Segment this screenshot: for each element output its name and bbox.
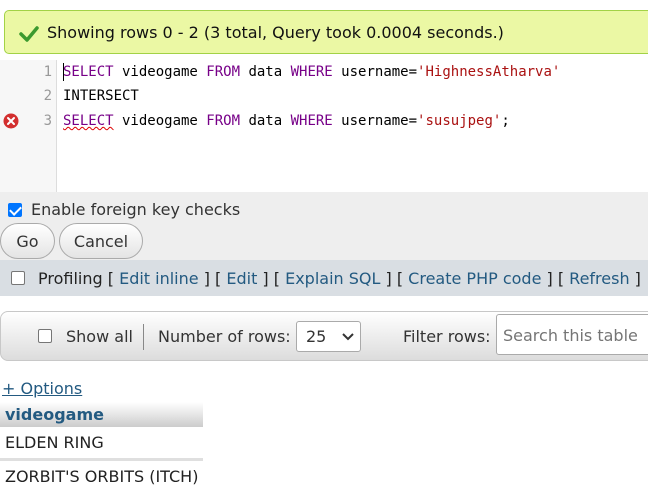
foreign-key-checks-option[interactable]: Enable foreign key checks	[8, 200, 240, 219]
chevron-down-icon	[342, 333, 354, 341]
sql-text: username=	[332, 64, 418, 80]
line-number: 1	[43, 64, 52, 80]
error-icon[interactable]	[3, 113, 19, 129]
query-options-panel: Enable foreign key checks Go Cancel	[0, 192, 648, 260]
sql-string: 'susujpeg'	[417, 113, 502, 129]
profiling-checkbox[interactable]	[11, 271, 25, 285]
navigation-toolbar: Show all Number of rows: 25 Filter rows:…	[0, 311, 648, 361]
text-cursor	[63, 63, 64, 81]
sql-string: 'HighnessAtharva'	[417, 64, 561, 80]
editor-line-3[interactable]: 3 SELECT videogame FROM data WHERE usern…	[0, 109, 648, 133]
sql-keyword: WHERE	[290, 64, 333, 80]
table-row[interactable]: ELDEN RING	[0, 427, 203, 458]
sql-keyword: FROM	[206, 113, 241, 129]
editor-line-2[interactable]: 2 INTERSECT	[0, 84, 648, 108]
sql-text: username=	[332, 113, 418, 129]
sql-keyword-error: SELECT	[63, 113, 114, 129]
code-line-3[interactable]: SELECT videogame FROM data WHERE usernam…	[63, 109, 510, 133]
filter-rows-input[interactable]: Search this table	[496, 314, 648, 355]
divider	[143, 324, 144, 350]
explain-sql-link[interactable]: Explain SQL	[285, 269, 380, 288]
options-link[interactable]: + Options	[2, 379, 82, 398]
number-of-rows-label: Number of rows:	[158, 327, 291, 346]
show-all-label[interactable]: Show all	[66, 327, 133, 346]
line-number: 2	[43, 88, 52, 104]
rows-per-page-value: 25	[306, 327, 327, 346]
foreign-key-checkbox[interactable]	[8, 202, 22, 217]
line-number: 3	[43, 113, 52, 129]
refresh-link[interactable]: Refresh	[569, 269, 629, 288]
sql-text: ;	[501, 113, 510, 129]
edit-link[interactable]: Edit	[226, 269, 257, 288]
show-all-checkbox[interactable]	[38, 329, 52, 343]
success-message-bar: Showing rows 0 - 2 (3 total, Query took …	[4, 10, 648, 54]
sql-keyword: FROM	[206, 64, 241, 80]
profiling-bar: Profiling [ Edit inline ] [ Edit ] [ Exp…	[0, 260, 648, 296]
foreign-key-label: Enable foreign key checks	[31, 200, 241, 219]
sql-editor[interactable]: 1 SELECT videogame FROM data WHERE usern…	[0, 60, 648, 192]
table-row[interactable]: ZORBIT'S ORBITS (ITCH)	[0, 461, 203, 492]
results-table: videogame ELDEN RING ZORBIT'S ORBITS (IT…	[0, 402, 203, 492]
sql-text: data	[240, 113, 291, 129]
success-message-text: Showing rows 0 - 2 (3 total, Query took …	[47, 22, 504, 42]
go-button[interactable]: Go	[0, 223, 55, 259]
filter-rows-label: Filter rows:	[403, 327, 491, 346]
sql-keyword: WHERE	[290, 113, 333, 129]
cancel-button[interactable]: Cancel	[59, 223, 143, 259]
sql-text: videogame	[113, 113, 207, 129]
sql-text: data	[240, 64, 291, 80]
checkmark-icon	[19, 26, 39, 42]
rows-per-page-select[interactable]: 25	[296, 321, 361, 352]
create-php-code-link[interactable]: Create PHP code	[408, 269, 541, 288]
code-line-2[interactable]: INTERSECT	[63, 84, 139, 108]
profiling-label: Profiling	[38, 268, 103, 288]
code-line-1[interactable]: SELECT videogame FROM data WHERE usernam…	[63, 60, 560, 84]
sql-text: videogame	[113, 64, 207, 80]
edit-inline-link[interactable]: Edit inline	[119, 269, 199, 288]
sql-keyword: SELECT	[63, 64, 114, 80]
editor-line-1[interactable]: 1 SELECT videogame FROM data WHERE usern…	[0, 60, 648, 84]
column-header-videogame[interactable]: videogame	[0, 402, 203, 427]
